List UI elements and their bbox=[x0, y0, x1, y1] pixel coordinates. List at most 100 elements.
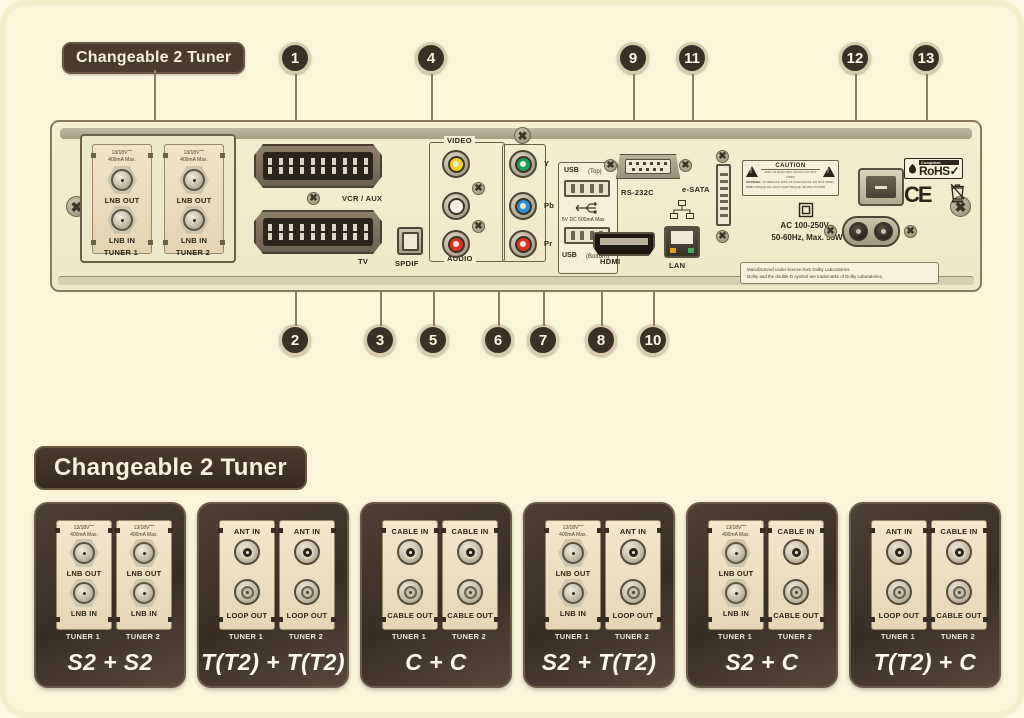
opt2-tuner1-bottom-jack[interactable] bbox=[234, 579, 260, 605]
opt2-tuner2-top-jack[interactable] bbox=[294, 539, 320, 565]
opt4-tuner2-bottom-jack[interactable] bbox=[620, 579, 646, 605]
component-pr-jack[interactable] bbox=[509, 230, 537, 258]
opt2-tuner1-top-label: ANT IN bbox=[233, 527, 261, 536]
opt5-tuner1-bottom-jack[interactable] bbox=[721, 579, 751, 607]
opt4-tuner1-top-jack[interactable] bbox=[558, 539, 588, 567]
callout-12: 12 bbox=[839, 42, 871, 74]
tuner-1-lnb-out-jack[interactable] bbox=[107, 166, 137, 194]
component-pb-jack[interactable] bbox=[509, 192, 537, 220]
opt3-tuner1-top-jack[interactable] bbox=[397, 539, 423, 565]
opt4-tuner1-spec: 13/18V⎻ 400mA Max. bbox=[559, 525, 587, 538]
rs232c-label: RS-232C bbox=[621, 188, 654, 197]
opt6-tuner1-bottom-jack[interactable] bbox=[886, 579, 912, 605]
ac-power-inlet[interactable] bbox=[842, 216, 900, 247]
esata-screw-top-icon: ✖ bbox=[716, 150, 729, 163]
hdmi-port[interactable] bbox=[593, 232, 655, 256]
composite-video-jack[interactable] bbox=[442, 150, 470, 178]
opt5-tuner2-module: CABLE IN CABLE OUT bbox=[767, 520, 825, 630]
component-y-jack[interactable] bbox=[509, 150, 537, 178]
opt2-tuner2-name: TUNER 2 bbox=[288, 632, 324, 641]
opt1-tuner1-top-label: LNB OUT bbox=[66, 569, 102, 578]
rs232-screw-right-icon: ✖ bbox=[679, 159, 692, 172]
av-screw-1-icon: ✖ bbox=[472, 182, 485, 195]
receiver-rear-panel: ✖ ✖ 13/18V⎻ 400mA Max. LNB OUT LNB IN TUN… bbox=[50, 120, 982, 292]
tuner-option-card[interactable]: 13/18V⎻ 400mA Max. LNB OUT LNB IN TUNER 1 CAB… bbox=[686, 502, 838, 688]
dolby-line-1: Manufactured under license from Dolby La… bbox=[747, 267, 851, 272]
tuner-option-card[interactable]: ANT IN LOOP OUT TUNER 1 CABLE IN CABLE OUT TU… bbox=[849, 502, 1001, 688]
tuner-2-lnb-in-jack[interactable] bbox=[179, 206, 209, 234]
esata-port[interactable] bbox=[716, 164, 731, 226]
tuner-option-combo-label: C + C bbox=[405, 649, 467, 675]
panel-center-screw-icon: ✖ bbox=[514, 127, 531, 144]
rs232c-port[interactable] bbox=[616, 154, 680, 179]
power-switch[interactable] bbox=[858, 168, 904, 206]
opt1-tuner2-top-jack[interactable] bbox=[129, 539, 159, 567]
audio-right-jack[interactable] bbox=[442, 230, 470, 258]
usb-bottom-label: USB bbox=[562, 252, 577, 259]
opt1-tuner2-bottom-label: LNB IN bbox=[130, 609, 158, 618]
opt1-tuner1-top-jack[interactable] bbox=[69, 539, 99, 567]
spdif-optical-port[interactable] bbox=[397, 227, 423, 255]
tuner-option-card[interactable]: 13/18V⎻ 400mA Max. LNB OUT LNB IN TUNER 1 ANT… bbox=[523, 502, 675, 688]
esata-label: e-SATA bbox=[682, 185, 710, 194]
tuner-2-lnb-out-jack[interactable] bbox=[179, 166, 209, 194]
opt3-tuner1-bottom-jack[interactable] bbox=[397, 579, 423, 605]
lan-port[interactable] bbox=[664, 226, 700, 258]
opt5-tuner2-bottom-jack[interactable] bbox=[783, 579, 809, 605]
opt4-tuner1-bottom-jack[interactable] bbox=[558, 579, 588, 607]
opt4-tuner2-module: ANT IN LOOP OUT bbox=[604, 520, 662, 630]
tuner-option-card[interactable]: 13/18V⎻ 400mA Max. LNB OUT LNB IN TUNER 1 13/… bbox=[34, 502, 186, 688]
callout-3: 3 bbox=[364, 324, 396, 356]
opt2-tuner1-name: TUNER 1 bbox=[228, 632, 264, 641]
opt4-tuner2-bottom-label: LOOP OUT bbox=[612, 611, 654, 620]
caution-title: CAUTION bbox=[761, 163, 820, 170]
tuner-option-card[interactable]: CABLE IN CABLE OUT TUNER 1 CABLE IN CABLE OU… bbox=[360, 502, 512, 688]
tuner-option-combo-label: S2 + S2 bbox=[67, 649, 153, 675]
ac-screw-right-icon: ✖ bbox=[904, 225, 917, 238]
opt6-tuner2-top-jack[interactable] bbox=[946, 539, 972, 565]
scart-vcr-aux-connector[interactable] bbox=[254, 144, 382, 188]
opt2-tuner1-top-jack[interactable] bbox=[234, 539, 260, 565]
tuner-1-lnb-out-label: LNB OUT bbox=[104, 196, 140, 205]
opt1-tuner2-bottom-jack[interactable] bbox=[129, 579, 159, 607]
opt2-tuner2-top-label: ANT IN bbox=[293, 527, 321, 536]
callout-8: 8 bbox=[585, 324, 617, 356]
opt2-tuner2-bottom-jack[interactable] bbox=[294, 579, 320, 605]
opt5-tuner1-top-jack[interactable] bbox=[721, 539, 751, 567]
scart-tv-connector[interactable] bbox=[254, 210, 382, 254]
scart-divider-screw-icon: ✖ bbox=[307, 192, 320, 205]
audio-left-jack[interactable] bbox=[442, 192, 470, 220]
opt1-tuner1-bottom-jack[interactable] bbox=[69, 579, 99, 607]
usb-port-top[interactable] bbox=[564, 180, 610, 197]
opt2-tuner1-bottom-label: LOOP OUT bbox=[226, 611, 268, 620]
component-pr-label: Pr bbox=[544, 239, 553, 248]
caution-subtitle: RISK OF ELECTRIC SHOCK DO NOT OPEN bbox=[764, 170, 817, 179]
callout-11: 11 bbox=[676, 42, 708, 74]
opt2-tuner2-bottom-label: LOOP OUT bbox=[286, 611, 328, 620]
callout-10: 10 bbox=[637, 324, 669, 356]
usb-top-sublabel: (Top) bbox=[588, 169, 602, 175]
tuner-option-card[interactable]: ANT IN LOOP OUT TUNER 1 ANT IN LOOP OUT TUNER… bbox=[197, 502, 349, 688]
opt3-tuner2-top-jack[interactable] bbox=[457, 539, 483, 565]
opt4-tuner2-top-label: ANT IN bbox=[619, 527, 647, 536]
tuner-option-combo-label: T(T2) + T(T2) bbox=[201, 649, 345, 675]
opt1-tuner1-module: 13/18V⎻ 400mA Max. LNB OUT LNB IN bbox=[55, 520, 113, 630]
tuner-2-lnb-in-label: LNB IN bbox=[180, 236, 208, 245]
rohs-leaf-icon bbox=[909, 163, 916, 173]
opt6-tuner2-bottom-label: CABLE OUT bbox=[936, 611, 982, 620]
opt5-tuner2-top-jack[interactable] bbox=[783, 539, 809, 565]
av-screw-2-icon: ✖ bbox=[472, 220, 485, 233]
component-pb-label: Pb bbox=[544, 201, 555, 210]
lan-label: LAN bbox=[669, 261, 686, 270]
opt5-tuner2-bottom-label: CABLE OUT bbox=[773, 611, 819, 620]
opt6-tuner2-bottom-jack[interactable] bbox=[946, 579, 972, 605]
opt4-tuner2-top-jack[interactable] bbox=[620, 539, 646, 565]
tuner-1-lnb-in-jack[interactable] bbox=[107, 206, 137, 234]
esata-screw-bottom-icon: ✖ bbox=[716, 230, 729, 243]
opt6-tuner1-bottom-label: LOOP OUT bbox=[878, 611, 920, 620]
opt3-tuner2-bottom-jack[interactable] bbox=[457, 579, 483, 605]
rohs-text: RoHS✓ bbox=[919, 164, 960, 178]
opt6-tuner1-module: ANT IN LOOP OUT bbox=[870, 520, 928, 630]
opt6-tuner1-top-jack[interactable] bbox=[886, 539, 912, 565]
weee-bin-icon bbox=[950, 183, 965, 203]
